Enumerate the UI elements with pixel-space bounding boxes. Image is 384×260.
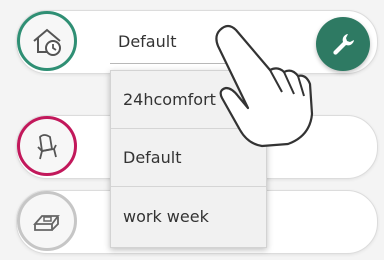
settings-button[interactable]	[316, 17, 370, 71]
armchair-icon	[17, 116, 77, 176]
wrench-icon	[333, 34, 354, 55]
home-clock-icon	[17, 11, 77, 71]
program-select-value[interactable]: Default	[118, 32, 176, 51]
hand-pointer-icon	[215, 24, 314, 148]
bed-icon	[17, 191, 77, 251]
dropdown-option-work-week[interactable]: work week	[111, 187, 266, 245]
